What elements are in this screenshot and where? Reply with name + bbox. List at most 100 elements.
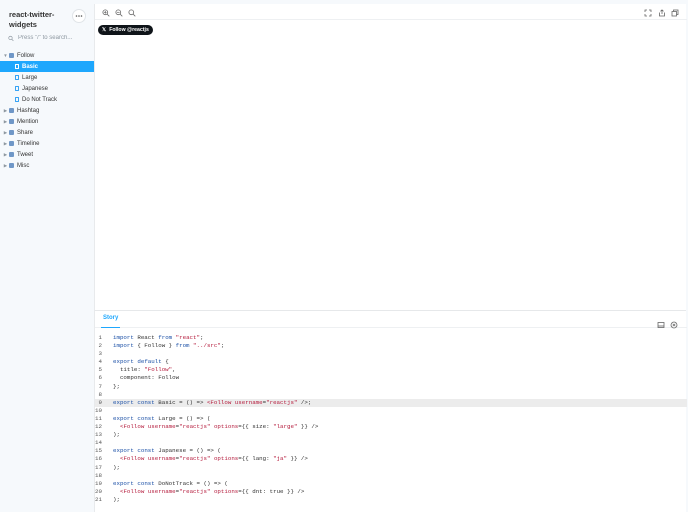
code-line: 18 (95, 472, 687, 480)
close-circle-icon (670, 321, 678, 329)
tree-item-do-not-track[interactable]: Do Not Track (0, 94, 94, 105)
code-text: import { Follow } from "../src"; (113, 342, 225, 350)
folder-icon (9, 53, 14, 58)
code-text: export const Large = () => ( (113, 414, 211, 422)
code-line: 20 <Follow username="reactjs" options={{… (95, 488, 687, 496)
code-text: ); (113, 495, 120, 503)
code-text: export const DoNotTrack = () => ( (113, 479, 228, 487)
chevron-right-icon: ▶ (3, 162, 8, 168)
code-text: ); (113, 431, 120, 439)
code-line: 10 (95, 407, 687, 415)
copy-link-button[interactable] (670, 8, 679, 17)
line-number: 18 (95, 471, 102, 479)
tree-item-label: Share (17, 129, 34, 136)
code-text: ); (113, 463, 120, 471)
code-text: <Follow username="reactjs" options={{ dn… (119, 487, 305, 495)
reset-zoom-icon (127, 8, 136, 17)
tree-item-label: Timeline (17, 140, 40, 147)
folder-icon (9, 141, 14, 146)
code-line: 19 export const DoNotTrack = () => ( (95, 480, 687, 488)
line-number: 2 (98, 342, 102, 350)
document-icon (15, 75, 19, 80)
tree-item-basic[interactable]: Basic (0, 61, 94, 72)
zoom-out-icon (114, 8, 123, 17)
line-number: 16 (95, 455, 102, 463)
x-logo-icon: 𝕏 (102, 27, 107, 33)
code-line: 7}; (95, 383, 687, 391)
tree-item-large[interactable]: Large (0, 72, 94, 83)
share-button[interactable] (657, 8, 666, 17)
folder-icon (9, 152, 14, 157)
fullscreen-icon (644, 9, 651, 16)
tree-item-follow[interactable]: ▼ Follow (0, 50, 94, 61)
twitter-follow-button[interactable]: 𝕏 Follow @reactjs (98, 25, 153, 35)
search-input[interactable] (18, 35, 88, 41)
search-bar (8, 33, 88, 43)
tree-item-label: Hashtag (17, 107, 40, 114)
line-number: 14 (95, 439, 102, 447)
tree-item-label: Mention (17, 118, 39, 125)
line-number: 21 (95, 495, 102, 503)
zoom-in-button[interactable] (101, 8, 110, 17)
chevron-right-icon: ▶ (3, 107, 8, 113)
zoom-in-icon (101, 8, 110, 17)
line-number: 1 (98, 334, 102, 341)
line-number: 3 (98, 350, 102, 358)
tree-item-hashtag[interactable]: ▶ Hashtag (0, 105, 94, 116)
document-icon (15, 97, 19, 102)
toggle-panel-orientation-button[interactable] (657, 316, 665, 328)
ellipsis-icon (75, 15, 83, 17)
line-number: 8 (98, 390, 102, 398)
line-number: 19 (95, 479, 102, 487)
line-number: 17 (95, 463, 102, 471)
tree-item-tweet[interactable]: ▶ Tweet (0, 149, 94, 160)
tree-item-misc[interactable]: ▶ Misc (0, 160, 94, 171)
panel-layout-icon (657, 322, 665, 328)
tree-item-label: Follow (17, 52, 35, 59)
tree-item-share[interactable]: ▶ Share (0, 127, 94, 138)
tree-item-japanese[interactable]: Japanese (0, 83, 94, 94)
code-text: }; (113, 382, 120, 390)
share-icon (658, 8, 665, 16)
chevron-right-icon: ▶ (3, 140, 8, 146)
line-number: 20 (95, 487, 102, 495)
zoom-out-button[interactable] (114, 8, 123, 17)
code-text: title: "Follow", (113, 366, 176, 374)
line-number: 12 (95, 423, 102, 431)
code-text: <Follow username="reactjs" options={{ si… (119, 423, 319, 431)
fullscreen-button[interactable] (643, 8, 652, 17)
code-text: export const Basic = () => <Follow usern… (113, 398, 312, 406)
tree-item-label: Misc (17, 162, 30, 169)
document-icon (15, 86, 19, 91)
code-text: component: Follow (113, 374, 180, 382)
tree-item-mention[interactable]: ▶ Mention (0, 116, 94, 127)
reset-zoom-button[interactable] (127, 8, 136, 17)
chevron-right-icon: ▶ (3, 129, 8, 135)
line-number: 13 (95, 431, 102, 439)
line-number: 10 (95, 406, 102, 414)
preview-toolbar (95, 4, 687, 20)
tree-item-label: Basic (22, 63, 39, 70)
code-text: export const Japanese = () => ( (113, 447, 221, 455)
tree-item-label: Large (22, 74, 38, 81)
code-line: 13); (95, 431, 687, 439)
code-line: 16 <Follow username="reactjs" options={{… (95, 455, 687, 463)
line-number: 7 (98, 382, 102, 390)
copy-icon (671, 9, 678, 16)
addons-tabs: Story (95, 311, 687, 329)
code-text: import React from "react"; (113, 334, 204, 341)
tree-item-timeline[interactable]: ▶ Timeline (0, 138, 94, 149)
line-number: 6 (98, 374, 102, 382)
code-line: 9 export const Basic = () => <Follow user… (95, 398, 687, 407)
brand-title[interactable]: react-twitter-widgets (9, 10, 69, 30)
code-line: 4 export default { (95, 358, 687, 366)
code-line: 12 <Follow username="reactjs" options={{… (95, 423, 687, 431)
story-tree: ▼ Follow Basic Large Japanese Do Not Tra… (0, 50, 94, 171)
tree-item-label: Do Not Track (22, 96, 58, 103)
tab-story[interactable]: Story (101, 315, 121, 328)
line-number: 11 (95, 414, 102, 422)
menu-button[interactable] (72, 9, 86, 23)
chevron-right-icon: ▶ (3, 118, 8, 124)
folder-icon (9, 119, 14, 124)
close-panel-button[interactable] (670, 316, 678, 329)
